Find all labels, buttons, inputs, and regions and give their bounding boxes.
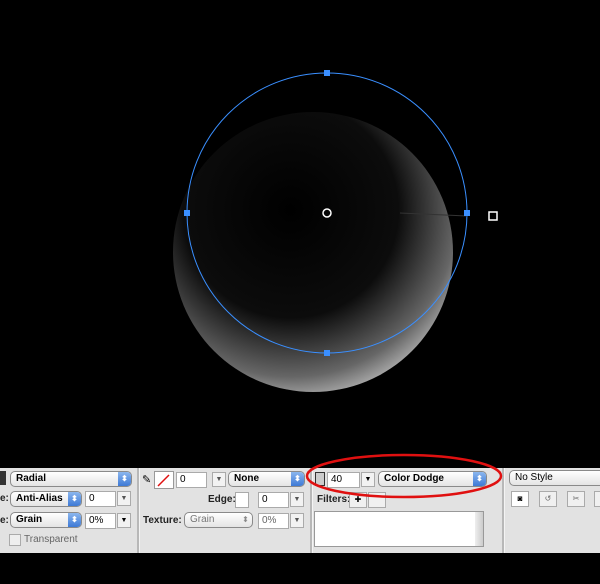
fill-edge-input[interactable]: 0 xyxy=(85,491,116,507)
stroke-texture-label: Texture: xyxy=(143,515,182,526)
stroke-size-input[interactable]: 0 xyxy=(176,472,207,488)
fill-color-swatch[interactable] xyxy=(0,471,6,485)
style-select[interactable]: No Style xyxy=(509,470,600,486)
redefine-style-button[interactable]: ↺ xyxy=(539,491,557,507)
handle-left[interactable] xyxy=(184,210,190,216)
add-filter-button[interactable]: ✚ xyxy=(349,492,367,508)
stroke-edge-input[interactable]: 0 xyxy=(258,492,289,508)
stroke-color-swatch[interactable] xyxy=(154,471,174,489)
stroke-edge-swatch[interactable] xyxy=(235,492,249,508)
stroke-texture-input[interactable]: 0% xyxy=(258,513,289,529)
fill-edge-dropdown[interactable]: ▼ xyxy=(117,491,131,506)
remove-filter-button[interactable] xyxy=(368,492,386,508)
style-options-button[interactable] xyxy=(594,491,600,507)
fill-texture-dropdown[interactable]: ▼ xyxy=(117,513,131,528)
sphere-shape[interactable] xyxy=(173,112,453,392)
select-arrows-icon: ⬍ xyxy=(118,472,131,486)
opacity-dropdown[interactable]: ▼ xyxy=(361,472,375,487)
canvas[interactable] xyxy=(0,0,600,468)
texture-label: e: xyxy=(0,515,9,526)
blend-mode-select[interactable]: Color Dodge ⬍ xyxy=(378,471,487,487)
select-arrows-icon: ⬍ xyxy=(68,513,81,527)
new-style-button[interactable]: ◙ xyxy=(511,491,529,507)
edge-label: e: xyxy=(0,493,9,504)
filters-scrollbar[interactable] xyxy=(475,512,483,546)
stroke-edge-label: Edge: xyxy=(208,494,236,505)
opacity-input[interactable]: 40 xyxy=(327,472,360,488)
handle-bottom[interactable] xyxy=(324,350,330,356)
break-link-style-button[interactable]: ✂ xyxy=(567,491,585,507)
handle-top[interactable] xyxy=(324,70,330,76)
stroke-texture-select[interactable]: Grain ⬍ xyxy=(184,512,253,528)
filters-list[interactable] xyxy=(314,511,484,547)
select-arrows-icon: ⬍ xyxy=(473,472,486,486)
select-arrows-icon: ⬍ xyxy=(291,472,304,486)
stroke-texture-dropdown[interactable]: ▼ xyxy=(290,513,304,528)
fill-texture-select[interactable]: Grain ⬍ xyxy=(10,512,82,528)
opacity-icon xyxy=(315,472,325,486)
stroke-edge-dropdown[interactable]: ▼ xyxy=(290,492,304,507)
transparent-checkbox[interactable] xyxy=(9,534,21,546)
properties-panel: Radial ⬍ e: Anti-Alias ⬍ 0 ▼ e: Grain ⬍ 0% … xyxy=(0,468,600,553)
select-arrows-icon: ⬍ xyxy=(242,515,249,524)
stroke-type-select[interactable]: None ⬍ xyxy=(228,471,305,487)
fill-type-select[interactable]: Radial ⬍ xyxy=(10,471,132,487)
handle-right[interactable] xyxy=(464,210,470,216)
filters-label: Filters: xyxy=(317,494,351,505)
fill-texture-input[interactable]: 0% xyxy=(85,513,116,529)
select-arrows-icon: ⬍ xyxy=(68,492,81,506)
pencil-icon: ✎ xyxy=(142,474,152,486)
stroke-size-dropdown[interactable]: ▼ xyxy=(212,472,226,487)
fill-edge-select[interactable]: Anti-Alias ⬍ xyxy=(10,491,82,507)
rotate-handle[interactable] xyxy=(488,211,498,221)
transparent-label: Transparent xyxy=(24,534,78,545)
